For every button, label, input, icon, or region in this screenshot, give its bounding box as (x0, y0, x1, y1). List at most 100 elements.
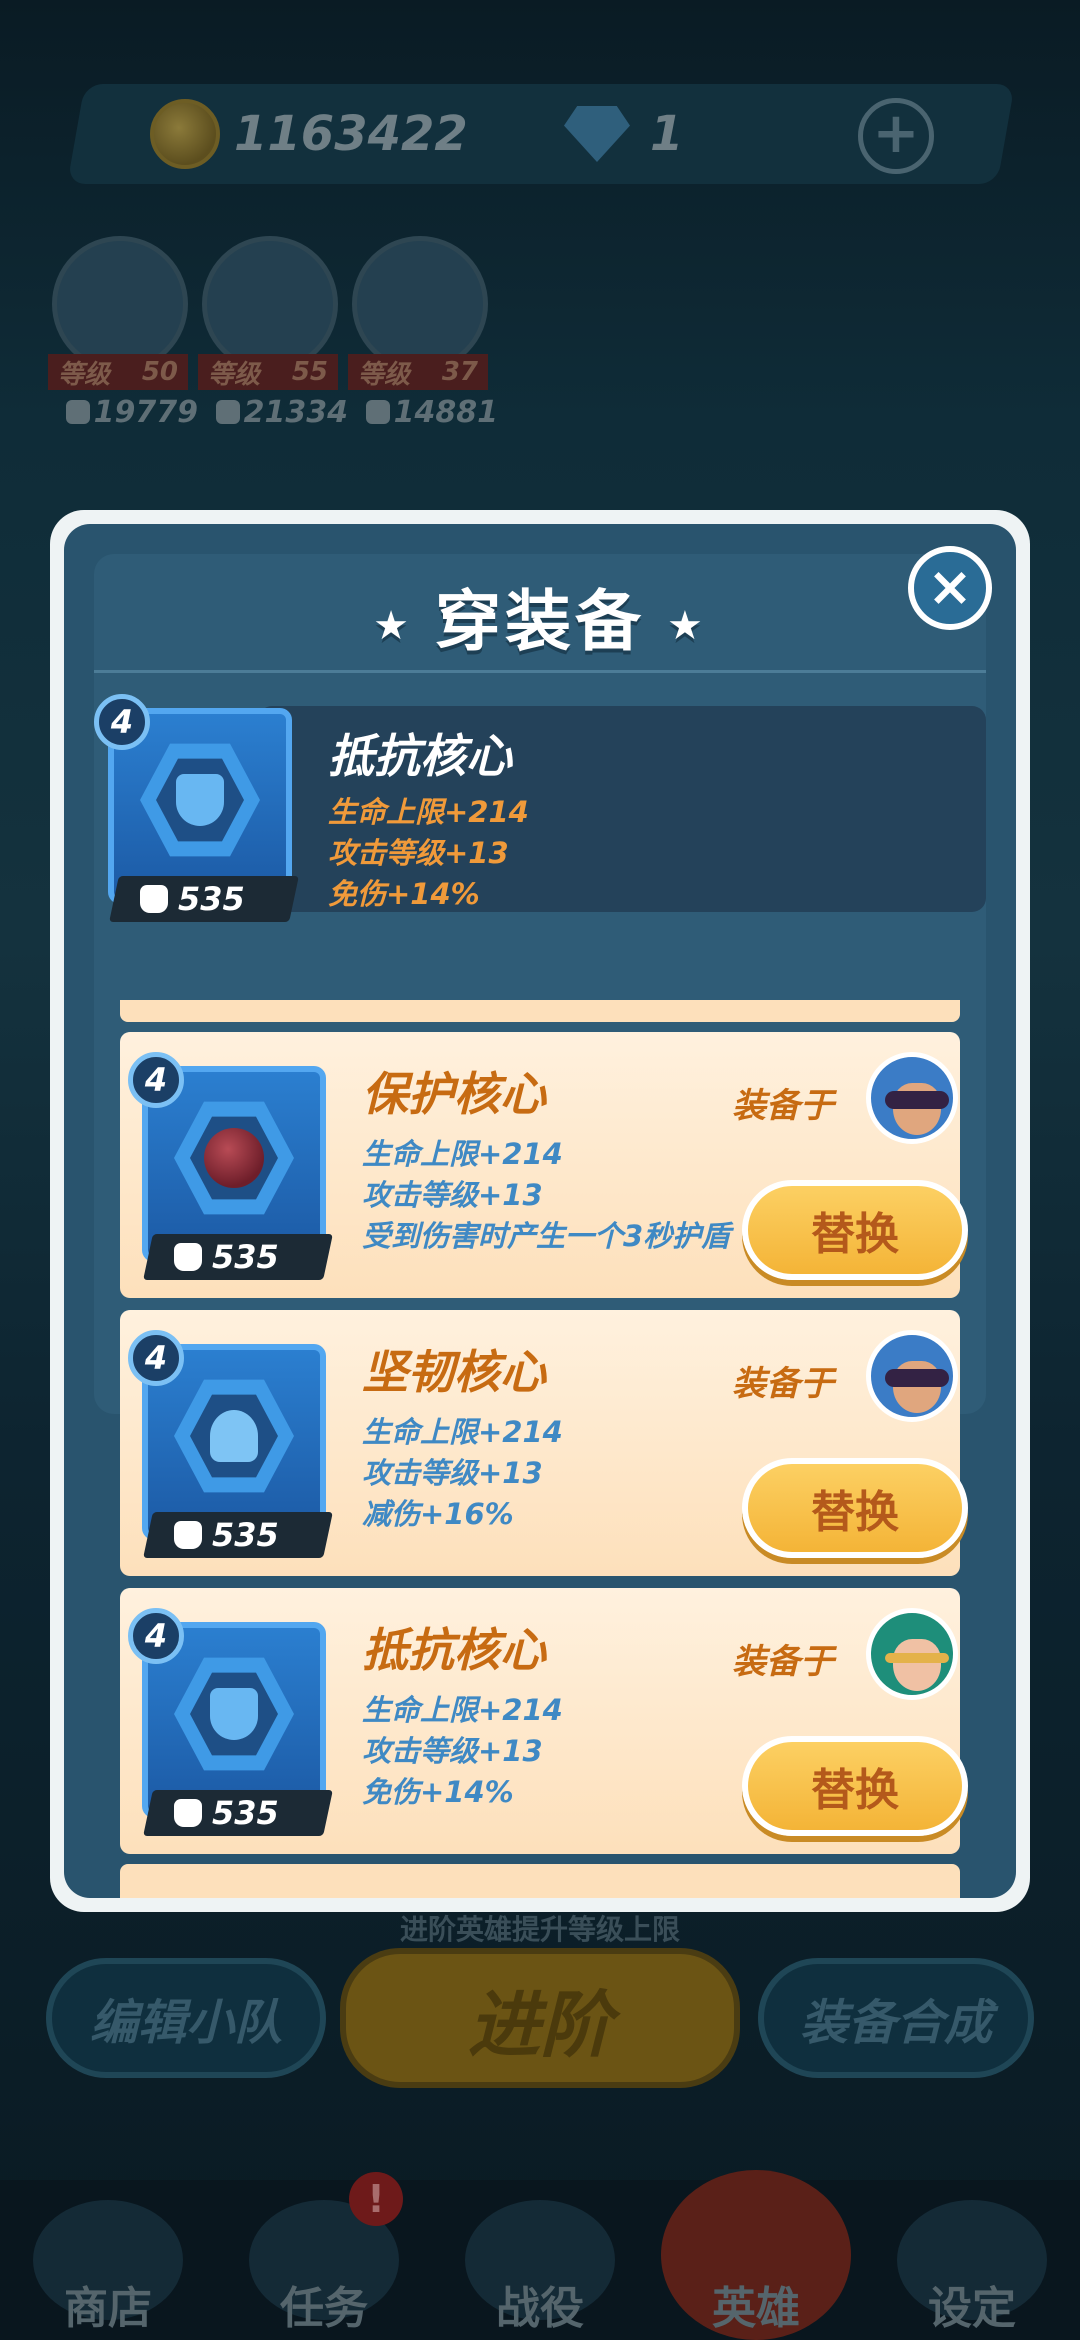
level-value: 55 (291, 357, 328, 387)
item-stat: 生命上限+214 (362, 1137, 563, 1171)
team-hero-3[interactable]: 等级 37 14881 (348, 236, 498, 436)
equip-modal: ★ 穿装备 ★ × 抵抗核心 生命上限+214 攻击等级+13 免伤+14% 4 5… (50, 510, 1030, 1912)
equipped-hero-avatar (866, 1330, 958, 1422)
replace-button[interactable]: 替换 (742, 1458, 968, 1558)
item-power-value: 535 (212, 1516, 279, 1554)
gem-count: 1 (650, 106, 684, 162)
fist-icon (66, 400, 90, 424)
selected-item-name: 抵抗核心 (328, 729, 512, 783)
add-currency-button[interactable]: + (858, 98, 934, 174)
tier-badge: 4 (128, 1330, 184, 1386)
hero-level-badge: 等级 37 (348, 354, 488, 390)
diamond-icon (564, 106, 630, 162)
team-hero-1[interactable]: 等级 50 19779 (48, 236, 198, 436)
item-stat: 受到伤害时产生一个3秒护盾 (362, 1219, 731, 1253)
power-value: 19779 (93, 394, 198, 430)
tier-badge: 4 (128, 1052, 184, 1108)
nav-campaign[interactable]: 战役 (445, 2180, 635, 2340)
divider (94, 670, 986, 673)
nav-settings[interactable]: 设定 (877, 2180, 1067, 2340)
hero-power: 19779 (48, 394, 198, 430)
modal-body: ★ 穿装备 ★ × 抵抗核心 生命上限+214 攻击等级+13 免伤+14% 4 5… (64, 524, 1016, 1898)
plus-icon: + (872, 101, 920, 166)
item-power: 535 (143, 1234, 333, 1280)
edit-team-button[interactable]: 编辑小队 (46, 1958, 326, 2078)
nav-label: 英雄 (712, 2283, 800, 2334)
selected-item: 抵抗核心 生命上限+214 攻击等级+13 免伤+14% 4 535 (94, 694, 986, 924)
hero-level-badge: 等级 55 (198, 354, 338, 390)
item-power: 535 (143, 1512, 333, 1558)
hero-power: 21334 (198, 394, 348, 430)
hero-portrait (202, 236, 338, 372)
avatar-headphones (885, 1653, 949, 1663)
list-item[interactable]: 4 535 坚韧核心 生命上限+214 攻击等级+13 减伤+16% 装备于 替… (120, 1310, 968, 1576)
item-stat: 生命上限+214 (362, 1415, 563, 1449)
equipped-hero-avatar (866, 1052, 958, 1144)
item-stats: 生命上限+214 攻击等级+13 免伤+14% (362, 1690, 563, 1813)
item-stats: 生命上限+214 攻击等级+13 受到伤害时产生一个3秒护盾 (362, 1134, 730, 1257)
list-item[interactable]: 4 535 保护核心 生命上限+214 攻击等级+13 受到伤害时产生一个3秒护… (120, 1032, 968, 1298)
team-hero-2[interactable]: 等级 55 21334 (198, 236, 348, 436)
item-stat: 生命上限+214 (362, 1693, 563, 1727)
equipment-craft-button[interactable]: 装备合成 (758, 1958, 1034, 2078)
selected-stat: 免伤+14% (328, 877, 480, 911)
gold-coin-icon (150, 99, 220, 169)
selected-stat: 生命上限+214 (328, 795, 529, 829)
shield-cross-icon (176, 774, 224, 826)
item-stat: 免伤+14% (362, 1775, 514, 1809)
selected-item-icon: 4 535 (94, 694, 299, 922)
hero-portrait (52, 236, 188, 372)
level-value: 50 (141, 357, 178, 387)
team-heroes: 等级 50 19779 等级 55 21334 等级 37 14881 (48, 236, 518, 436)
avatar-goggles (885, 1091, 949, 1109)
hero-portrait (352, 236, 488, 372)
tier-badge: 4 (128, 1608, 184, 1664)
star-icon: ★ (667, 602, 707, 649)
replace-button[interactable]: 替换 (742, 1736, 968, 1836)
avatar-face (893, 1639, 941, 1691)
advance-button[interactable]: 进阶 (340, 1948, 740, 2088)
item-power: 535 (143, 1790, 333, 1836)
power-value: 21334 (243, 394, 348, 430)
fist-icon (174, 1243, 202, 1271)
item-stat: 减伤+16% (362, 1497, 514, 1531)
replace-button[interactable]: 替换 (742, 1180, 968, 1280)
level-label: 等级 (208, 359, 261, 390)
hex-orb-icon (204, 1128, 264, 1188)
item-icon: 4 535 (128, 1608, 333, 1836)
star-icon: ★ (373, 602, 413, 649)
item-stats: 生命上限+214 攻击等级+13 减伤+16% (362, 1412, 563, 1535)
item-icon: 4 535 (128, 1330, 333, 1558)
close-button[interactable]: × (908, 546, 992, 630)
fist-icon (140, 885, 168, 913)
advance-hint: 进阶英雄提升等级上限 (399, 1913, 680, 1946)
equipment-list[interactable]: 4 535 保护核心 生命上限+214 攻击等级+13 受到伤害时产生一个3秒护… (104, 1000, 976, 1898)
nav-label: 商店 (64, 2283, 152, 2334)
avatar-goggles (885, 1369, 949, 1387)
selected-stat: 攻击等级+13 (328, 836, 509, 870)
nav-shop[interactable]: 商店 (13, 2180, 203, 2340)
level-label: 等级 (58, 359, 111, 390)
list-item[interactable]: 4 535 抵抗核心 生命上限+214 攻击等级+13 免伤+14% 装备于 替… (120, 1588, 968, 1854)
equipped-hero-avatar (866, 1608, 958, 1700)
body-figure-icon (210, 1410, 258, 1462)
nav-missions[interactable]: ! 任务 (229, 2172, 419, 2340)
hero-power: 14881 (348, 394, 498, 430)
nav-heroes[interactable]: 英雄 (661, 2170, 851, 2340)
equipped-on-label: 装备于 (732, 1642, 834, 1682)
item-power-value: 535 (212, 1794, 279, 1832)
shield-cross-icon (210, 1688, 258, 1740)
equipped-on-label: 装备于 (732, 1086, 834, 1126)
level-label: 等级 (358, 359, 411, 390)
nav-label: 设定 (928, 2283, 1016, 2334)
item-name: 保护核心 (362, 1067, 546, 1121)
hero-level-badge: 等级 50 (48, 354, 188, 390)
item-stat: 攻击等级+13 (362, 1734, 543, 1768)
nav-label: 战役 (496, 2283, 584, 2334)
fist-icon (216, 400, 240, 424)
modal-title: ★ 穿装备 ★ (64, 568, 1016, 664)
item-icon: 4 535 (128, 1052, 333, 1280)
item-name: 抵抗核心 (362, 1623, 546, 1677)
item-power-value: 535 (212, 1238, 279, 1276)
item-power-value: 535 (178, 880, 245, 918)
